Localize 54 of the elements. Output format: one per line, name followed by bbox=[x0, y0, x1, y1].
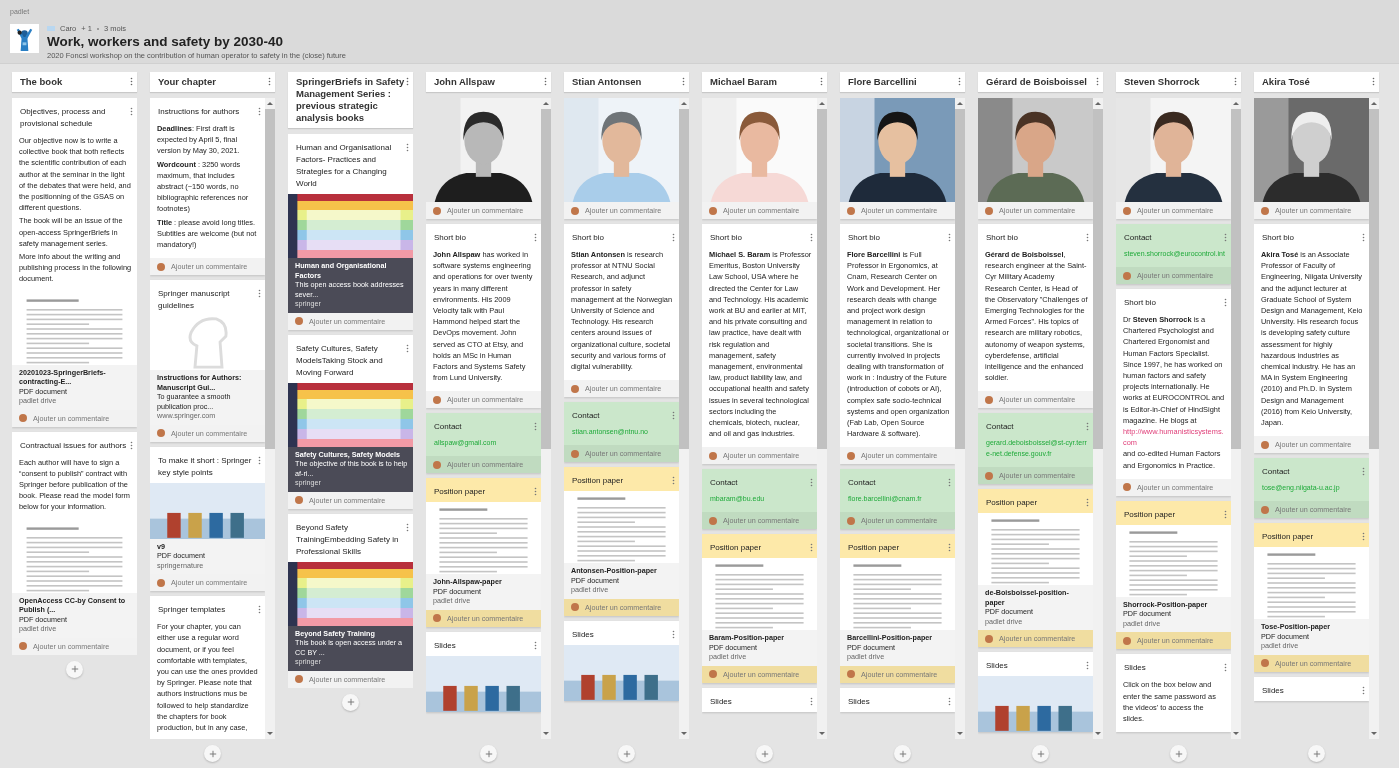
post-title: Slides bbox=[710, 695, 732, 708]
post-title: Instructions for authors bbox=[158, 106, 240, 118]
post-title: Contact bbox=[986, 421, 1014, 434]
column-title: Gérard de Boisboissel bbox=[986, 76, 1087, 88]
column-title: Flore Barcellini bbox=[848, 76, 917, 88]
post-title: Position paper bbox=[710, 542, 762, 555]
column-title: Your chapter bbox=[158, 76, 216, 88]
column-title: SpringerBriefs in Safety Management Series : previous strategic analysis books bbox=[296, 76, 406, 124]
post-title: Safety Cultures, Safety ModelsTaking Stock and Moving Forward bbox=[296, 342, 384, 379]
post-card[interactable]: Slides bbox=[978, 652, 1093, 733]
post-title: Position paper bbox=[1262, 531, 1314, 544]
post-card[interactable]: Slides bbox=[1254, 676, 1369, 701]
post-title: Contact bbox=[710, 477, 738, 490]
post-title: Slides bbox=[1124, 662, 1146, 675]
column-title: Steven Shorrock bbox=[1124, 76, 1200, 88]
post-title: Contact bbox=[572, 410, 600, 423]
post-title: Contact bbox=[1124, 232, 1152, 244]
post-title: Objectives, process and provisional schedule bbox=[20, 106, 107, 130]
post-title: Short bio bbox=[572, 232, 605, 244]
post-title: Slides bbox=[848, 695, 870, 708]
post-title: Slides bbox=[434, 639, 456, 652]
post-title: Contact bbox=[1262, 466, 1290, 479]
post-title: Springer templates bbox=[158, 604, 226, 617]
post-title: Slides bbox=[572, 628, 594, 641]
post-title: Contact bbox=[434, 421, 462, 434]
post-title: Short bio bbox=[1124, 297, 1157, 309]
board-title: Work, workers and safety by 2030-40 bbox=[47, 34, 285, 49]
column-title: Stian Antonsen bbox=[572, 76, 642, 88]
column-title: Michael Baram bbox=[710, 76, 778, 88]
post-title: Position paper bbox=[986, 497, 1038, 510]
post-title: Short bio bbox=[710, 232, 743, 244]
post-title: Position paper bbox=[848, 542, 900, 555]
post-card[interactable]: Slides bbox=[564, 620, 679, 701]
post-title: Short bio bbox=[434, 232, 467, 244]
post-title: Position paper bbox=[434, 486, 486, 499]
post-title: Slides bbox=[986, 660, 1008, 673]
post-title: Human and Organisational Factors- Practices and Strategies for a Changing World bbox=[296, 142, 393, 190]
column-title: John Allspaw bbox=[434, 76, 495, 88]
post-title: Position paper bbox=[1124, 508, 1176, 521]
post-card[interactable]: Slides bbox=[426, 631, 541, 712]
post-title: Contact bbox=[848, 477, 876, 490]
post-card[interactable]: Slides bbox=[840, 687, 955, 712]
post-title: Short bio bbox=[986, 232, 1019, 244]
post-title: Slides bbox=[1262, 684, 1284, 697]
post-title: Short bio bbox=[1262, 232, 1295, 244]
post-title: Position paper bbox=[572, 475, 624, 488]
post-title: Beyond Safety TrainingEmbedding Safety in Professional Skills bbox=[296, 521, 400, 558]
column-title: Akira Tosé bbox=[1262, 76, 1310, 88]
post-title: Springer manuscript guidelines bbox=[158, 288, 231, 313]
post-title: Short bio bbox=[848, 232, 881, 244]
post-title: To make it short : Springer key style points bbox=[158, 454, 253, 479]
column-title: The book bbox=[20, 76, 63, 88]
post-card[interactable]: Slides bbox=[702, 687, 817, 712]
post-title: Contractual issues for authors bbox=[20, 439, 127, 452]
